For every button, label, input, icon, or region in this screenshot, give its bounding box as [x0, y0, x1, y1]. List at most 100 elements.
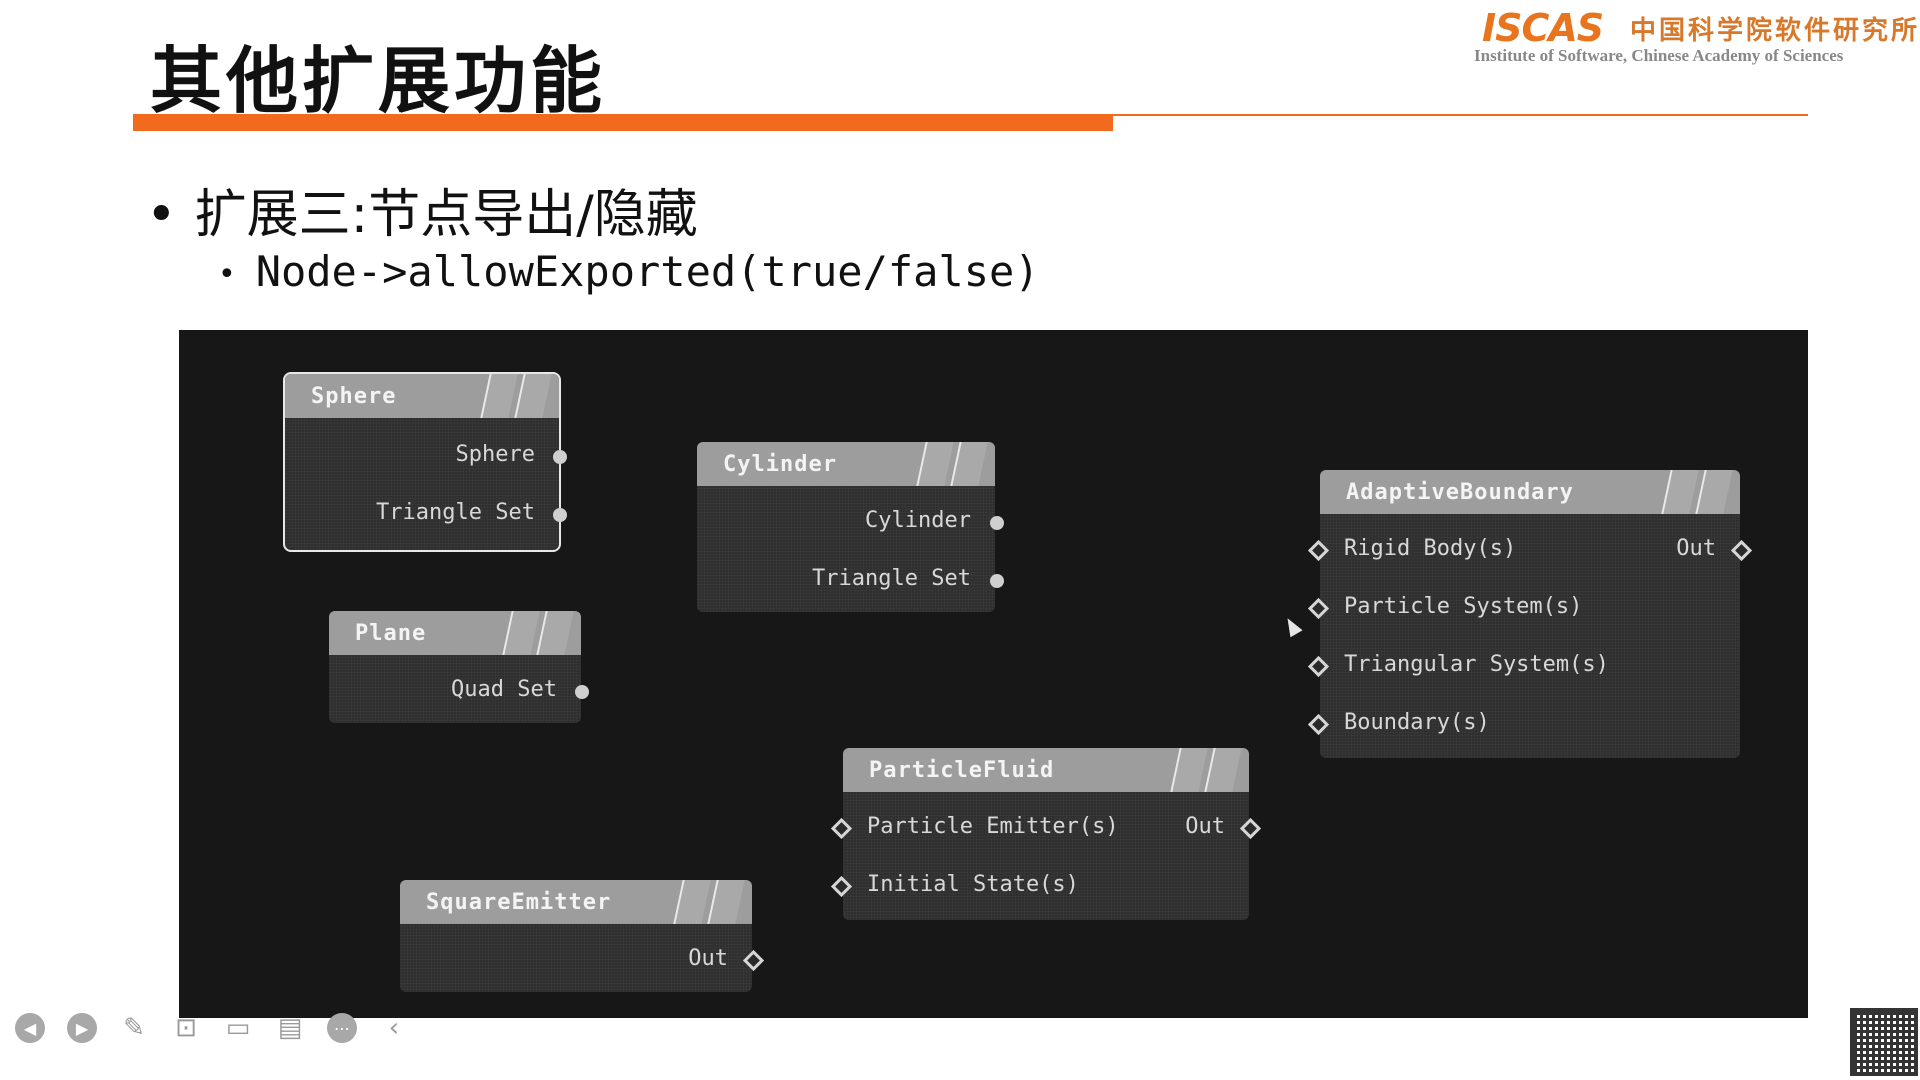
port-label: Out	[688, 946, 728, 971]
output-pin[interactable]	[1239, 817, 1262, 840]
node-title: Sphere	[311, 384, 397, 409]
bullet-2-text: Node->allowExported(true/false)	[255, 247, 1040, 296]
output-port-row: Triangle Set	[285, 500, 567, 530]
node-flags[interactable]	[499, 611, 574, 655]
prev-icon[interactable]: ◀	[12, 1010, 48, 1046]
output-pin[interactable]	[742, 949, 765, 972]
export-flag-toggle[interactable]	[1661, 470, 1699, 514]
hide-flag-toggle[interactable]	[514, 374, 552, 418]
input-pin[interactable]	[1307, 713, 1330, 736]
port-label: Particle Emitter(s)	[867, 814, 1119, 839]
node-flags[interactable]	[1658, 470, 1733, 514]
node-title: Plane	[355, 621, 427, 646]
output-pin[interactable]	[553, 508, 567, 522]
output-pin[interactable]	[575, 685, 589, 699]
screen-icon[interactable]: ▭	[220, 1010, 256, 1046]
title-underline-thin	[1113, 114, 1808, 116]
presentation-toolbar: ◀ ▶ ✎ ⊡ ▭ ▤ ⋯ ‹	[12, 1008, 412, 1048]
port-label: Cylinder	[865, 508, 971, 533]
port-label: Triangular System(s)	[1344, 652, 1609, 677]
node-flags[interactable]	[477, 374, 552, 418]
output-pin[interactable]	[553, 450, 567, 464]
slide-title: 其他扩展功能	[150, 39, 607, 123]
port-label: Boundary(s)	[1344, 710, 1490, 735]
output-port-row: Quad Set	[329, 677, 589, 707]
node-header[interactable]: Cylinder	[697, 442, 995, 486]
bullet-level-2: • Node->allowExported(true/false)	[218, 247, 1040, 296]
port-label: Quad Set	[451, 677, 557, 702]
node-header[interactable]: AdaptiveBoundary	[1320, 470, 1740, 514]
hide-flag-toggle[interactable]	[1204, 748, 1242, 792]
bullet-dot: •	[218, 257, 236, 292]
bullet-dot: •	[146, 185, 177, 245]
output-port-row: Out	[400, 946, 765, 976]
iscas-logo: ISCAS 中国科学院软件研究所 Institute of Software, …	[1470, 4, 1917, 68]
node-square-emitter[interactable]: SquareEmitter Out	[400, 880, 765, 992]
node-plane[interactable]: Plane Quad Set	[329, 611, 589, 723]
output-port-row: Sphere	[285, 442, 567, 472]
node-header[interactable]: Plane	[329, 611, 581, 655]
node-title: AdaptiveBoundary	[1346, 480, 1574, 505]
port-label: Particle System(s)	[1344, 594, 1583, 619]
port-label: Out	[1185, 814, 1225, 839]
input-port-row: Rigid Body(s) Out	[1307, 536, 1753, 566]
export-flag-toggle[interactable]	[916, 442, 954, 486]
title-underline-thick	[133, 114, 1113, 131]
mouse-cursor-icon	[1281, 614, 1303, 638]
export-flag-toggle[interactable]	[502, 611, 540, 655]
hide-flag-toggle[interactable]	[536, 611, 574, 655]
input-port-row: Particle Emitter(s) Out	[830, 814, 1262, 844]
node-sphere[interactable]: Sphere Sphere Triangle Set	[283, 372, 567, 552]
collapse-icon[interactable]: ‹	[376, 1010, 412, 1046]
logo-mark: ISCAS	[1482, 6, 1604, 50]
input-pin[interactable]	[1307, 539, 1330, 562]
input-pin[interactable]	[830, 875, 853, 898]
node-header[interactable]: ParticleFluid	[843, 748, 1249, 792]
node-cylinder[interactable]: Cylinder Cylinder Triangle Set	[697, 442, 1004, 612]
node-flags[interactable]	[913, 442, 988, 486]
input-pin[interactable]	[830, 817, 853, 840]
input-port-row: Particle System(s)	[1307, 594, 1740, 624]
node-editor-canvas[interactable]: Sphere Sphere Triangle Set Cylinder Cyli…	[179, 330, 1808, 1018]
output-port-row: Cylinder	[697, 508, 1004, 538]
comment-icon[interactable]: ▤	[272, 1010, 308, 1046]
input-pin[interactable]	[1307, 597, 1330, 620]
port-label: Sphere	[455, 442, 535, 467]
port-label: Out	[1676, 536, 1716, 561]
input-port-row: Boundary(s)	[1307, 710, 1740, 740]
output-pin[interactable]	[990, 574, 1004, 588]
logo-english-name: Institute of Software, Chinese Academy o…	[1474, 46, 1844, 65]
hide-flag-toggle[interactable]	[707, 880, 745, 924]
input-port-row: Initial State(s)	[830, 872, 1249, 902]
pen-icon[interactable]: ✎	[116, 1010, 152, 1046]
port-label: Rigid Body(s)	[1344, 536, 1517, 561]
port-label: Triangle Set	[812, 566, 971, 591]
node-flags[interactable]	[670, 880, 745, 924]
zoom-icon[interactable]: ⊡	[168, 1010, 204, 1046]
node-title: SquareEmitter	[426, 890, 612, 915]
node-adaptive-boundary[interactable]: AdaptiveBoundary Rigid Body(s) Out Parti…	[1307, 470, 1753, 758]
node-flags[interactable]	[1167, 748, 1242, 792]
qr-code	[1850, 1008, 1918, 1076]
node-title: ParticleFluid	[869, 758, 1055, 783]
output-port-row: Triangle Set	[697, 566, 1004, 596]
bullet-1-text: 扩展三:节点导出/隐藏	[194, 185, 698, 245]
next-icon[interactable]: ▶	[64, 1010, 100, 1046]
node-header[interactable]: Sphere	[285, 374, 559, 418]
node-title: Cylinder	[723, 452, 837, 477]
input-pin[interactable]	[1307, 655, 1330, 678]
export-flag-toggle[interactable]	[480, 374, 518, 418]
more-icon[interactable]: ⋯	[324, 1010, 360, 1046]
output-pin[interactable]	[990, 516, 1004, 530]
port-label: Triangle Set	[376, 500, 535, 525]
node-particle-fluid[interactable]: ParticleFluid Particle Emitter(s) Out In…	[830, 748, 1262, 920]
export-flag-toggle[interactable]	[1170, 748, 1208, 792]
export-flag-toggle[interactable]	[673, 880, 711, 924]
hide-flag-toggle[interactable]	[950, 442, 988, 486]
input-port-row: Triangular System(s)	[1307, 652, 1740, 682]
output-pin[interactable]	[1730, 539, 1753, 562]
node-header[interactable]: SquareEmitter	[400, 880, 752, 924]
hide-flag-toggle[interactable]	[1695, 470, 1733, 514]
logo-chinese-name: 中国科学院软件研究所	[1630, 16, 1920, 46]
port-label: Initial State(s)	[867, 872, 1079, 897]
